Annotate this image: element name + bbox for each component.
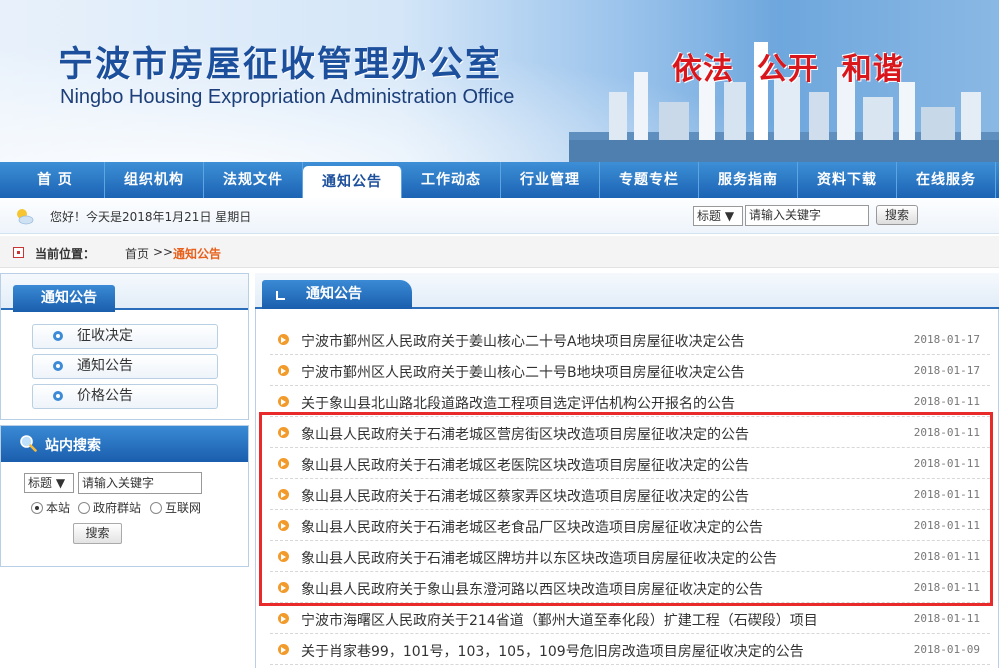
bullet-icon bbox=[53, 391, 63, 401]
arrow-bullet-icon bbox=[278, 582, 289, 593]
radio-circle bbox=[31, 502, 43, 514]
arrow-bullet-icon bbox=[278, 334, 289, 345]
sidebar-search-field-select[interactable]: 标题 ▼ bbox=[24, 473, 74, 493]
list-item-date: 2018-01-11 bbox=[913, 457, 980, 470]
sidebar-item-notices[interactable]: 通知公告 bbox=[32, 354, 218, 379]
sidebar-search-box: 站内搜索 bbox=[0, 425, 249, 567]
bullet-icon bbox=[53, 361, 63, 371]
arrow-bullet-icon bbox=[278, 489, 289, 500]
list-item-title[interactable]: 象山县人民政府关于象山县东澄河路以西区块改造项目房屋征收决定的公告 bbox=[301, 579, 763, 599]
breadcrumb-separator: >> bbox=[153, 245, 174, 259]
list-item[interactable]: 宁波市海曙区人民政府关于214省道（鄞州大道至奉化段）扩建工程（石碶段）项目 2… bbox=[270, 603, 990, 634]
nav-item-online-service[interactable]: 在线服务 bbox=[897, 162, 996, 198]
radio-circle bbox=[78, 502, 90, 514]
sidebar-notice-header: 通知公告 bbox=[1, 274, 248, 312]
list-item[interactable]: 象山县人民政府关于石浦老城区牌坊井以东区块改造项目房屋征收决定的公告 2018-… bbox=[270, 541, 990, 572]
nav-item-regulations[interactable]: 法规文件 bbox=[204, 162, 303, 198]
list-item-title[interactable]: 关于象山县北山路北段道路改造工程项目选定评估机构公开报名的公告 bbox=[301, 393, 735, 413]
radio-this-site[interactable]: 本站 bbox=[31, 500, 70, 516]
radio-label: 政府群站 bbox=[93, 501, 142, 515]
nav-item-home[interactable]: 首 页 bbox=[6, 162, 105, 198]
radio-label: 互联网 bbox=[165, 501, 202, 515]
list-item-date: 2018-01-17 bbox=[913, 333, 980, 346]
list-item[interactable]: 象山县人民政府关于石浦老城区老医院区块改造项目房屋征收决定的公告 2018-01… bbox=[270, 448, 990, 479]
nav-item-guide[interactable]: 服务指南 bbox=[699, 162, 798, 198]
city-skyline-image bbox=[569, 42, 999, 162]
list-item-title[interactable]: 象山县人民政府关于石浦老城区牌坊井以东区块改造项目房屋征收决定的公告 bbox=[301, 548, 777, 568]
list-item[interactable]: 象山县人民政府关于象山县东澄河路以西区块改造项目房屋征收决定的公告 2018-0… bbox=[270, 572, 990, 603]
arrow-bullet-icon bbox=[278, 551, 289, 562]
sidebar-item-label: 征收决定 bbox=[77, 328, 133, 344]
sun-cloud-icon bbox=[17, 209, 34, 225]
list-item[interactable]: 宁波市鄞州区人民政府关于姜山核心二十号B地块项目房屋征收决定公告 2018-01… bbox=[270, 355, 990, 386]
sidebar-item-label: 价格公告 bbox=[77, 388, 133, 404]
list-item-date: 2018-01-11 bbox=[913, 426, 980, 439]
arrow-bullet-icon bbox=[278, 396, 289, 407]
list-item-date: 2018-01-11 bbox=[913, 488, 980, 501]
list-item-title[interactable]: 宁波市鄞州区人民政府关于姜山核心二十号A地块项目房屋征收决定公告 bbox=[301, 331, 745, 351]
header-banner: 宁波市房屋征收管理办公室 Ningbo Housing Expropriatio… bbox=[0, 0, 999, 162]
radio-government-sites[interactable]: 政府群站 bbox=[78, 500, 141, 516]
sidebar-notice-title: 通知公告 bbox=[13, 285, 115, 312]
sidebar-item-price-notices[interactable]: 价格公告 bbox=[32, 384, 218, 409]
breadcrumb-current: 通知公告 bbox=[173, 247, 222, 261]
magnifier-icon bbox=[20, 435, 37, 452]
top-search-input[interactable]: 请输入关键字 bbox=[745, 205, 869, 226]
arrow-bullet-icon bbox=[278, 427, 289, 438]
list-item-date: 2018-01-11 bbox=[913, 581, 980, 594]
nav-item-news[interactable]: 工作动态 bbox=[402, 162, 501, 198]
nav-item-downloads[interactable]: 资料下载 bbox=[798, 162, 897, 198]
radio-internet[interactable]: 互联网 bbox=[150, 500, 201, 516]
list-item-title[interactable]: 关于肖家巷99，101号，103，105，109号危旧房改造项目房屋征收决定的公… bbox=[301, 641, 804, 661]
breadcrumb-label: 当前位置： bbox=[35, 247, 96, 261]
radio-label: 本站 bbox=[46, 501, 71, 515]
arrow-bullet-icon bbox=[278, 520, 289, 531]
list-item[interactable]: 关于肖家巷99，101号，103，105，109号危旧房改造项目房屋征收决定的公… bbox=[270, 634, 990, 665]
site-subtitle: Ningbo Housing Expropriation Administrat… bbox=[60, 86, 515, 108]
nav-item-notices[interactable]: 通知公告 bbox=[303, 166, 402, 198]
breadcrumb bbox=[0, 236, 999, 268]
arrow-bullet-icon bbox=[278, 365, 289, 376]
nav-item-organization[interactable]: 组织机构 bbox=[105, 162, 204, 198]
list-item-date: 2018-01-11 bbox=[913, 395, 980, 408]
arrow-bullet-icon bbox=[278, 613, 289, 624]
list-item-date: 2018-01-11 bbox=[913, 550, 980, 563]
nav-item-industry[interactable]: 行业管理 bbox=[501, 162, 600, 198]
sidebar-search-input[interactable]: 请输入关键字 bbox=[78, 472, 202, 494]
sidebar-search-button[interactable]: 搜索 bbox=[73, 523, 122, 544]
list-item-date: 2018-01-09 bbox=[913, 643, 980, 656]
list-item[interactable]: 关于象山县北山路北段道路改造工程项目选定评估机构公开报名的公告 2018-01-… bbox=[270, 386, 990, 417]
list-item-title[interactable]: 象山县人民政府关于石浦老城区营房街区块改造项目房屋征收决定的公告 bbox=[301, 424, 749, 444]
list-item-title[interactable]: 象山县人民政府关于石浦老城区老食品厂区块改造项目房屋征收决定的公告 bbox=[301, 517, 763, 537]
greeting-text: 您好！今天是2018年1月21日 星期日 bbox=[50, 210, 252, 224]
list-item-title[interactable]: 宁波市海曙区人民政府关于214省道（鄞州大道至奉化段）扩建工程（石碶段）项目 bbox=[301, 610, 818, 630]
list-item-date: 2018-01-17 bbox=[913, 364, 980, 377]
radio-circle bbox=[150, 502, 162, 514]
arrow-icon bbox=[276, 291, 285, 300]
sidebar-item-expropriation-decisions[interactable]: 征收决定 bbox=[32, 324, 218, 349]
list-item-date: 2018-01-11 bbox=[913, 519, 980, 532]
sidebar-item-label: 通知公告 bbox=[77, 358, 133, 374]
list-item[interactable]: 象山县人民政府关于石浦老城区老食品厂区块改造项目房屋征收决定的公告 2018-0… bbox=[270, 510, 990, 541]
list-item[interactable]: 象山县人民政府关于石浦老城区营房街区块改造项目房屋征收决定的公告 2018-01… bbox=[270, 417, 990, 448]
main-nav: 首 页 组织机构 法规文件 通知公告 工作动态 行业管理 专题专栏 服务指南 资… bbox=[0, 162, 999, 198]
nav-item-topics[interactable]: 专题专栏 bbox=[600, 162, 699, 198]
bullet-icon bbox=[53, 331, 63, 341]
breadcrumb-home-link[interactable]: 首页 bbox=[125, 245, 149, 262]
sidebar-search-title: 站内搜索 bbox=[45, 438, 101, 454]
list-item-title[interactable]: 象山县人民政府关于石浦老城区蔡家弄区块改造项目房屋征收决定的公告 bbox=[301, 486, 749, 506]
list-item-title[interactable]: 象山县人民政府关于石浦老城区老医院区块改造项目房屋征收决定的公告 bbox=[301, 455, 749, 475]
arrow-bullet-icon bbox=[278, 458, 289, 469]
list-item-date: 2018-01-11 bbox=[913, 612, 980, 625]
site-title: 宁波市房屋征收管理办公室 bbox=[58, 44, 503, 85]
list-item-title[interactable]: 宁波市鄞州区人民政府关于姜山核心二十号B地块项目房屋征收决定公告 bbox=[301, 362, 745, 382]
top-search-field-select[interactable]: 标题 ▼ bbox=[693, 206, 743, 226]
sidebar-search-header: 站内搜索 bbox=[1, 426, 248, 462]
list-item[interactable]: 宁波市鄞州区人民政府关于姜山核心二十号A地块项目房屋征收决定公告 2018-01… bbox=[270, 324, 990, 355]
list-item[interactable]: 象山县人民政府关于石浦老城区蔡家弄区块改造项目房屋征收决定的公告 2018-01… bbox=[270, 479, 990, 510]
arrow-bullet-icon bbox=[278, 644, 289, 655]
slogan: 依法 公开 和谐 bbox=[672, 52, 904, 87]
location-icon bbox=[13, 247, 24, 258]
top-search-button[interactable]: 搜索 bbox=[876, 205, 918, 225]
